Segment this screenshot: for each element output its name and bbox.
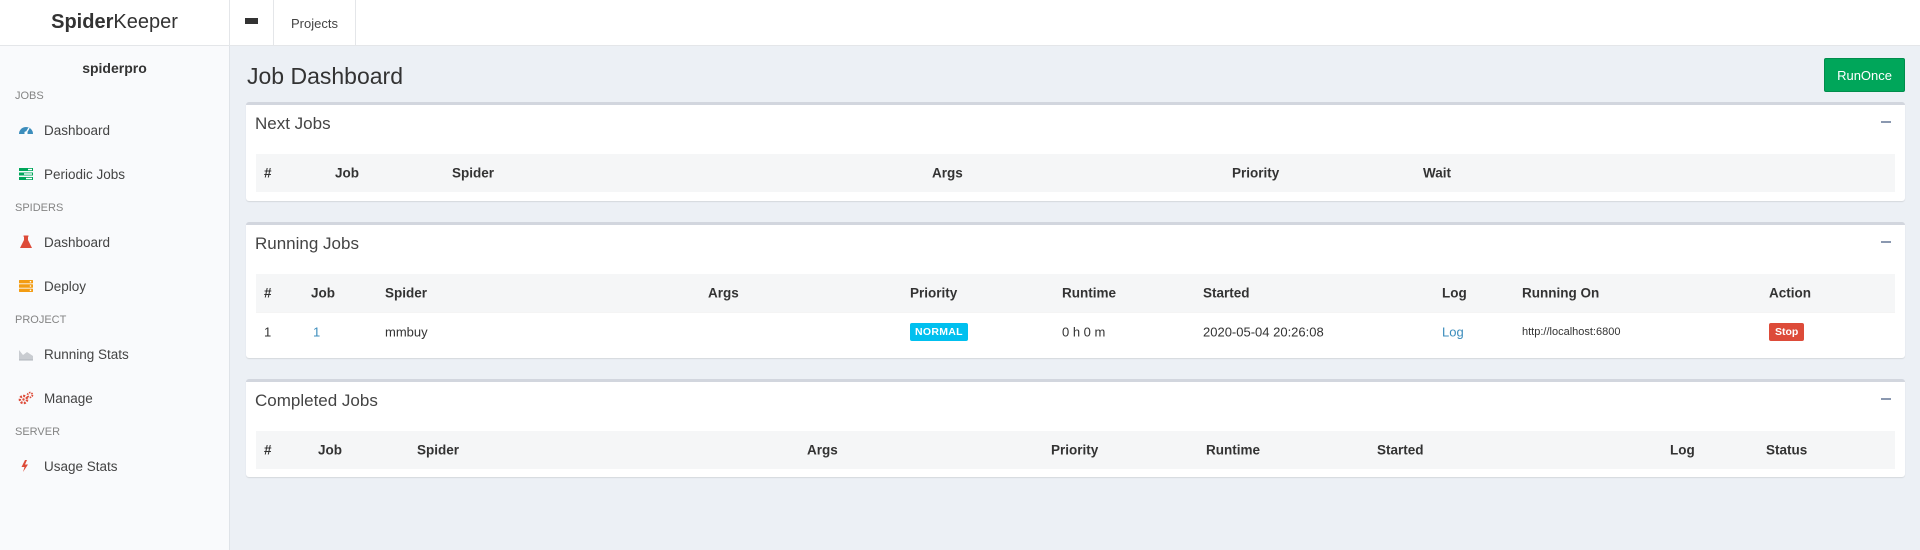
column-header: Started (1377, 442, 1424, 458)
column-header: Runtime (1206, 442, 1260, 458)
column-header: Spider (452, 165, 495, 181)
sidebar-section-spiders: SPIDERS (15, 202, 64, 214)
cogs-icon (18, 391, 34, 405)
cell-running-on: http://localhost:6800 (1522, 325, 1621, 338)
table-header-row: # Job Spider Args Priority Runtime Start… (256, 431, 1895, 469)
next-jobs-box: Next Jobs # Job Spider Args Priority Wai… (246, 102, 1905, 201)
area-chart-icon (18, 347, 34, 361)
logo-light: Keeper (113, 11, 178, 33)
top-navbar: Projects (230, 0, 1920, 46)
sidebar-item-periodic-jobs[interactable]: Periodic Jobs (0, 152, 229, 196)
sidebar-item-jobs-dashboard[interactable]: Dashboard (0, 108, 229, 152)
sidebar-item-manage[interactable]: Manage (0, 376, 229, 420)
completed-jobs-box: Completed Jobs # Job Spider Args Priorit… (246, 379, 1905, 477)
page-title: Job Dashboard (247, 63, 403, 89)
sidebar-item-deploy[interactable]: Deploy (0, 264, 229, 308)
hamburger-icon (245, 18, 258, 28)
column-header: Started (1203, 285, 1250, 301)
sidebar-item-label: Periodic Jobs (44, 166, 126, 182)
column-header: # (264, 442, 272, 458)
box-title: Next Jobs (255, 114, 331, 133)
column-header: Job (335, 165, 360, 181)
column-header: Priority (1232, 165, 1280, 181)
sidebar-section-jobs: JOBS (15, 90, 44, 102)
stop-button[interactable]: Stop (1769, 322, 1805, 341)
collapse-minus-icon[interactable] (1881, 398, 1891, 400)
tasks-icon (18, 167, 34, 181)
sidebar-item-label: Manage (44, 390, 93, 406)
box-title: Completed Jobs (255, 391, 378, 410)
log-link[interactable]: Log (1442, 324, 1464, 339)
column-header: Spider (385, 285, 428, 301)
cell-runtime: 0 h 0 m (1062, 324, 1106, 339)
cell-spider: mmbuy (385, 324, 428, 339)
sidebar-item-label: Usage Stats (44, 458, 118, 474)
sidebar-item-spiders-dashboard[interactable]: Dashboard (0, 220, 229, 264)
column-header: Args (807, 442, 838, 458)
running-jobs-table: # Job Spider Args Priority Runtime Start… (256, 274, 1895, 350)
logo-bold: Spider (51, 11, 114, 33)
collapse-minus-icon[interactable] (1881, 121, 1891, 123)
table-header-row: # Job Spider Args Priority Wait (256, 154, 1895, 192)
column-header: Job (311, 285, 336, 301)
column-header: Args (932, 165, 963, 181)
flask-icon (18, 235, 34, 249)
column-header: Priority (1051, 442, 1099, 458)
dashboard-icon (18, 123, 34, 137)
sidebar-item-label: Dashboard (44, 122, 111, 138)
main-content: Job Dashboard RunOnce Next Jobs # Job Sp… (231, 46, 1920, 550)
table-header-row: # Job Spider Args Priority Runtime Start… (256, 274, 1895, 312)
server-icon (18, 279, 34, 293)
completed-jobs-table: # Job Spider Args Priority Runtime Start… (256, 431, 1895, 469)
sidebar: spiderpro JOBS Dashboard Periodic Jobs S… (0, 46, 230, 550)
column-header: # (264, 285, 272, 301)
column-header: Spider (417, 442, 460, 458)
sidebar-item-label: Running Stats (44, 346, 129, 362)
table-row: 1 1 mmbuy NORMAL 0 h 0 m 2020-05-04 20:2… (256, 312, 1895, 350)
sidebar-toggle-button[interactable] (230, 0, 274, 46)
column-header: Runtime (1062, 285, 1116, 301)
nav-projects-link[interactable]: Projects (274, 0, 356, 46)
running-jobs-box: Running Jobs # Job Spider Args Priority … (246, 222, 1905, 358)
cell-started: 2020-05-04 20:26:08 (1203, 324, 1324, 339)
sidebar-section-project: PROJECT (15, 314, 67, 326)
sidebar-section-server: SERVER (15, 426, 61, 438)
sidebar-user-name: spiderpro (82, 60, 147, 76)
column-header: Log (1670, 442, 1695, 458)
sidebar-item-running-stats[interactable]: Running Stats (0, 332, 229, 376)
bolt-icon (18, 459, 34, 473)
column-header: Priority (910, 285, 958, 301)
sidebar-item-label: Deploy (44, 278, 87, 294)
sidebar-item-usage-stats[interactable]: Usage Stats (0, 444, 229, 488)
collapse-minus-icon[interactable] (1881, 241, 1891, 243)
priority-badge: NORMAL (910, 322, 968, 341)
column-header: Log (1442, 285, 1467, 301)
box-title: Running Jobs (255, 234, 359, 253)
run-once-button[interactable]: RunOnce (1824, 58, 1905, 92)
cell-num: 1 (264, 324, 272, 339)
job-id-link[interactable]: 1 (313, 324, 320, 339)
column-header: Running On (1522, 285, 1600, 301)
app-logo[interactable]: Spider Keeper (0, 0, 230, 46)
column-header: Wait (1423, 165, 1451, 181)
column-header: Status (1766, 442, 1808, 458)
column-header: # (264, 165, 272, 181)
column-header: Job (318, 442, 343, 458)
column-header: Action (1769, 285, 1811, 301)
sidebar-item-label: Dashboard (44, 234, 111, 250)
next-jobs-table: # Job Spider Args Priority Wait (256, 154, 1895, 192)
column-header: Args (708, 285, 739, 301)
